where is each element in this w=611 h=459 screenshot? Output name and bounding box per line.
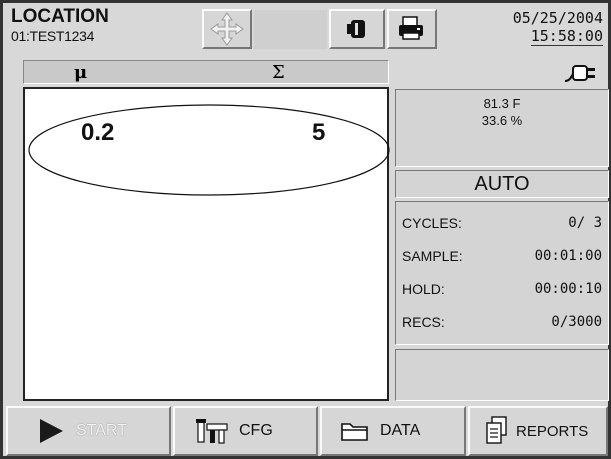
hold-row: HOLD: 00:00:10 bbox=[402, 274, 602, 307]
hold-value: 00:00:10 bbox=[534, 281, 602, 297]
sum-column-label: Σ bbox=[272, 62, 285, 83]
cfg-label: CFG bbox=[239, 422, 273, 439]
location-header: LOCATION 01:TEST1234 bbox=[11, 7, 196, 51]
start-label: START bbox=[76, 422, 127, 439]
temperature-value: 81.3 F bbox=[483, 96, 521, 111]
recs-row: RECS: 0/3000 bbox=[402, 307, 602, 340]
cycles-row: CYCLES: 0/ 3 bbox=[402, 208, 602, 241]
play-icon bbox=[40, 419, 63, 443]
print-button[interactable] bbox=[387, 9, 437, 49]
reports-button[interactable]: REPORTS bbox=[468, 406, 608, 456]
blank-panel bbox=[254, 10, 327, 49]
location-id: 01:TEST1234 bbox=[11, 28, 95, 44]
mode-display[interactable]: AUTO bbox=[395, 170, 609, 198]
mean-column-label: μ bbox=[74, 62, 88, 83]
reports-icon bbox=[486, 416, 507, 444]
environment-panel: 81.3 F 33.6 % bbox=[395, 89, 609, 167]
date-text: 05/25/2004 bbox=[512, 9, 603, 27]
highlight-oval bbox=[28, 104, 390, 196]
recs-value: 0/3000 bbox=[551, 314, 602, 330]
sum-value: 5 bbox=[312, 119, 326, 146]
cycles-value: 0/ 3 bbox=[568, 215, 602, 231]
move-button[interactable] bbox=[202, 9, 252, 49]
readings-panel: 0.2 5 bbox=[23, 87, 390, 401]
location-title: LOCATION bbox=[11, 6, 109, 27]
recs-label: RECS: bbox=[402, 314, 445, 330]
folder-icon bbox=[341, 423, 368, 441]
sample-row: SAMPLE: 00:01:00 bbox=[402, 241, 602, 274]
humidity-value: 33.6 % bbox=[481, 113, 523, 128]
sensor-icon bbox=[347, 20, 365, 38]
datetime-display: 05/25/2004 15:58:00 bbox=[439, 9, 609, 51]
reports-label: REPORTS bbox=[516, 422, 589, 440]
tools-icon bbox=[196, 419, 228, 444]
move-arrows-icon bbox=[210, 12, 244, 46]
status-panel bbox=[395, 349, 609, 401]
column-header: μ Σ bbox=[23, 60, 389, 84]
bottom-toolbar: START CFG DATA REPORTS bbox=[6, 406, 608, 456]
hold-label: HOLD: bbox=[402, 281, 445, 297]
printer-icon bbox=[399, 16, 423, 40]
time-text: 15:58:00 bbox=[530, 27, 603, 46]
mean-value: 0.2 bbox=[81, 119, 115, 146]
cfg-button[interactable]: CFG bbox=[173, 406, 318, 456]
instrument-screen: LOCATION 01:TEST1234 05/25/2004 15:58:00… bbox=[0, 0, 611, 459]
sample-label: SAMPLE: bbox=[402, 248, 463, 264]
sensor-button[interactable] bbox=[329, 9, 385, 49]
stats-panel: CYCLES: 0/ 3 SAMPLE: 00:01:00 HOLD: 00:0… bbox=[395, 201, 609, 345]
cycles-label: CYCLES: bbox=[402, 215, 462, 231]
data-label: DATA bbox=[380, 422, 421, 439]
power-plug-icon bbox=[564, 65, 595, 83]
sample-value: 00:01:00 bbox=[534, 248, 602, 264]
data-button[interactable]: DATA bbox=[320, 406, 466, 456]
start-button[interactable]: START bbox=[6, 406, 171, 456]
